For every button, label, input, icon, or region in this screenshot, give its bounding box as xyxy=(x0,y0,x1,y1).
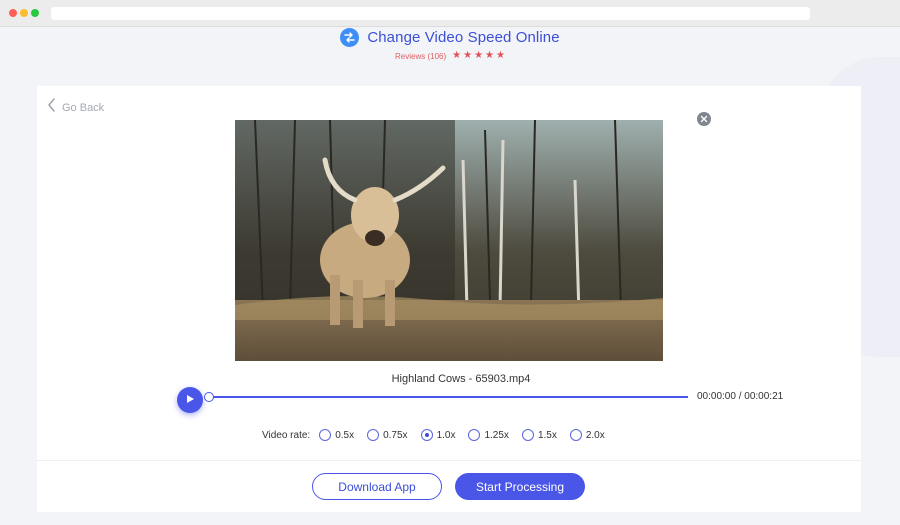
page-title: Change Video Speed Online xyxy=(367,29,560,46)
download-app-button[interactable]: Download App xyxy=(312,473,442,500)
page-header: Change Video Speed Online Reviews (106) … xyxy=(0,27,900,67)
radio-button[interactable] xyxy=(420,429,433,441)
rate-option-label: 0.5x xyxy=(335,429,355,441)
star-icon: ★ xyxy=(463,50,473,61)
chevron-left-icon xyxy=(47,98,56,117)
star-icon: ★ xyxy=(474,50,484,61)
rate-option-1-25x[interactable]: 1.25x xyxy=(468,429,509,441)
address-bar[interactable] xyxy=(51,7,810,20)
star-icon: ★ xyxy=(496,50,505,61)
rate-option-label: 1.25x xyxy=(484,429,509,441)
rate-options: 0.5x 0.75x 1.0x 1.25x 1.5x 2.0x xyxy=(319,429,618,441)
rate-option-1-5x[interactable]: 1.5x xyxy=(521,429,557,441)
play-button[interactable] xyxy=(177,387,203,413)
video-rate-label: Video rate: xyxy=(262,429,311,441)
rate-option-0-5x[interactable]: 0.5x xyxy=(319,429,354,441)
video-preview[interactable] xyxy=(235,120,663,361)
reviews-link[interactable]: Reviews (106) xyxy=(395,52,446,61)
star-rating[interactable]: ★ ★ ★ ★ ★ xyxy=(452,51,505,61)
divider xyxy=(37,460,861,461)
window-chrome xyxy=(0,0,900,27)
seek-bar[interactable] xyxy=(210,396,688,398)
title-row: Change Video Speed Online xyxy=(0,28,900,47)
rate-option-1-0x[interactable]: 1.0x xyxy=(420,429,456,441)
minimize-window-dot[interactable] xyxy=(20,9,28,17)
radio-button[interactable] xyxy=(319,429,332,441)
rate-option-label: 1.0x xyxy=(436,429,456,441)
video-rate-group: Video rate: 0.5x 0.75x 1.0x 1.25x 1.5x 2.0x xyxy=(262,429,618,441)
star-icon: ★ xyxy=(485,50,495,61)
rating-row: Reviews (106) ★ ★ ★ ★ ★ xyxy=(0,51,900,61)
radio-button[interactable] xyxy=(521,429,534,441)
radio-button[interactable] xyxy=(468,429,481,441)
play-icon xyxy=(185,391,195,409)
video-filename: Highland Cows - 65903.mp4 xyxy=(391,373,531,385)
radio-button[interactable] xyxy=(569,429,582,441)
start-processing-button[interactable]: Start Processing xyxy=(455,473,585,500)
highland-cow-photo xyxy=(235,120,663,361)
star-icon: ★ xyxy=(452,50,462,61)
rate-option-0-75x[interactable]: 0.75x xyxy=(367,429,408,441)
close-icon[interactable] xyxy=(697,112,711,126)
close-window-dot[interactable] xyxy=(9,9,17,17)
speed-change-icon xyxy=(340,28,360,47)
radio-button[interactable] xyxy=(367,429,380,441)
radio-selected-dot xyxy=(424,433,429,437)
go-back-button[interactable]: Go Back xyxy=(47,98,104,117)
rate-option-2-0x[interactable]: 2.0x xyxy=(569,429,605,441)
rate-option-label: 1.5x xyxy=(537,429,557,441)
rate-option-label: 2.0x xyxy=(585,429,605,441)
time-display: 00:00:00 / 00:00:21 xyxy=(697,391,784,402)
go-back-label: Go Back xyxy=(62,101,105,114)
seek-handle[interactable] xyxy=(204,392,214,402)
rate-option-label: 0.75x xyxy=(383,429,408,441)
maximize-window-dot[interactable] xyxy=(31,9,39,17)
